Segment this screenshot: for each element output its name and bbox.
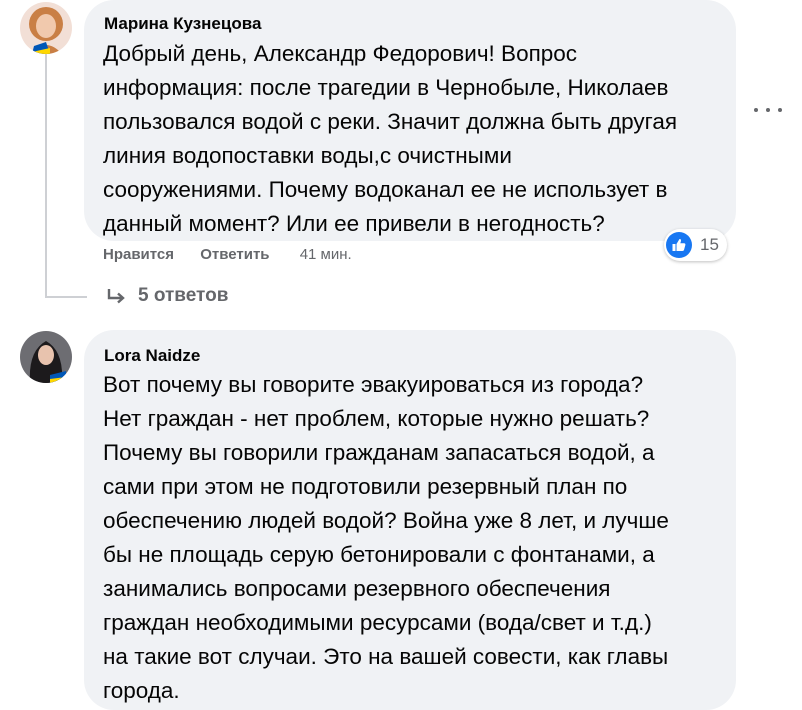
comment-author[interactable]: Lora Naidze	[104, 346, 200, 366]
comment-author[interactable]: Марина Кузнецова	[104, 14, 261, 34]
comment-text: Вот почему вы говорите эвакуироваться из…	[103, 372, 669, 703]
more-options-icon[interactable]	[754, 100, 782, 120]
comment-actions: Нравится Ответить 41 мин.	[103, 246, 374, 263]
thread-line-branch	[45, 296, 87, 298]
like-button[interactable]: Нравится	[103, 246, 174, 263]
avatar-lora[interactable]	[20, 331, 72, 383]
replies-count-label: 5 ответов	[138, 285, 229, 306]
view-replies-button[interactable]: 5 ответов	[106, 285, 228, 307]
avatar-marina[interactable]	[20, 2, 72, 54]
thread-line	[45, 52, 47, 297]
comment-timestamp[interactable]: 41 мин.	[300, 246, 352, 263]
reaction-count: 15	[700, 235, 719, 254]
reply-arrow-icon	[107, 289, 125, 304]
reply-button[interactable]: Ответить	[200, 246, 269, 263]
reaction-summary[interactable]: 15	[664, 229, 727, 261]
like-icon	[666, 232, 692, 258]
comment-text: Добрый день, Александр Федорович! Вопрос…	[103, 41, 678, 236]
